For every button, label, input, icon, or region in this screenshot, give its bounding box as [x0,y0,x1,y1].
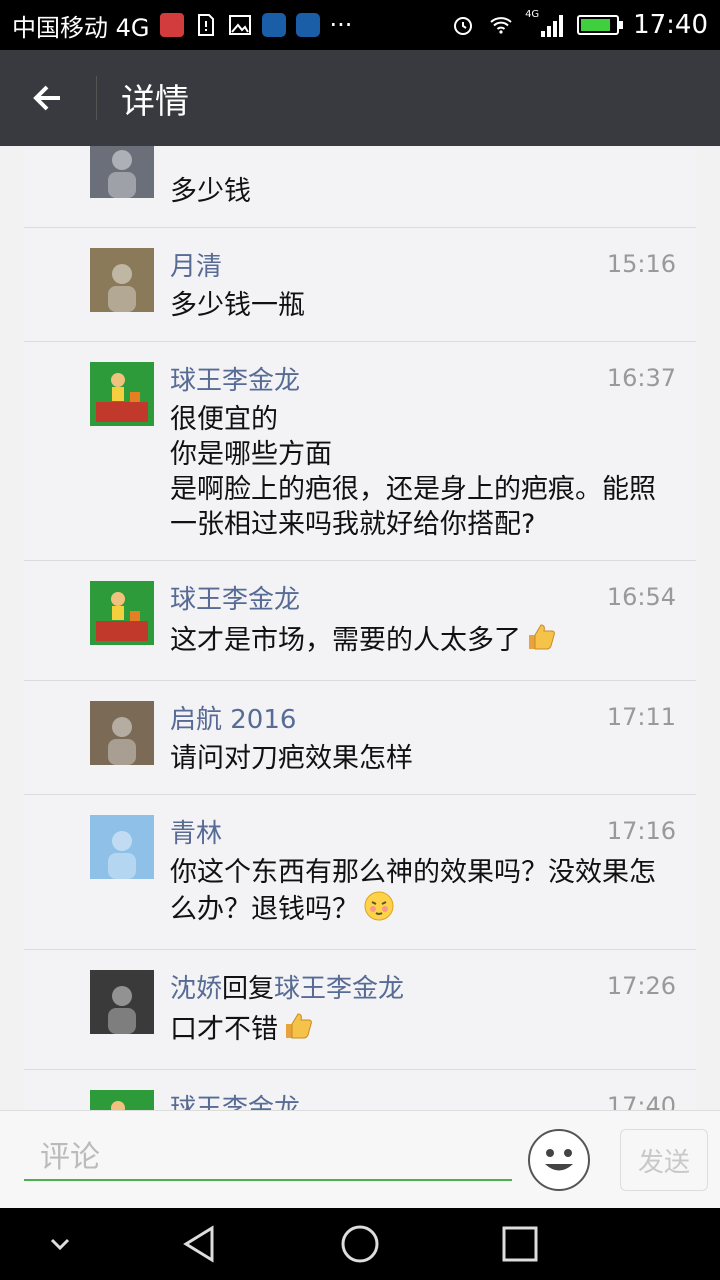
comment-header: 球王李金龙 16:37 [170,358,676,398]
battery-icon [577,15,624,35]
comment-input-bar: 发送 [0,1110,720,1208]
comment-author-line: 启航 2016 [170,699,296,736]
comment-input[interactable] [24,1135,512,1181]
comment-text-block: 多少钱 [170,174,676,209]
comment-row[interactable]: 青林 17:16 你这个东西有那么神的效果吗？没效果怎么办？退钱吗？ [24,795,696,950]
wifi-icon [490,17,512,34]
comment-author-line: 青林 [170,813,222,850]
nav-back-icon[interactable] [176,1222,224,1266]
comment-header: 月清 15:16 [170,244,676,284]
thumbs-up-icon [282,1010,314,1051]
battery-level-fill [581,19,610,31]
comment-row[interactable]: 球王李金龙 16:37 很便宜的 你是哪些方面 是啊脸上的疤很，还是身上的疤痕。能照… [24,342,696,561]
comment-author-line: 沈娇回复球王李金龙 [170,968,404,1005]
hide-keyboard-icon[interactable] [36,1222,84,1266]
avatar[interactable] [90,248,154,312]
comment-text: 多少钱 [170,176,251,207]
comment-text: 你这个东西有那么神的效果吗？没效果怎么办？退钱吗？ [170,857,656,925]
more-notifications-icon: ··· [329,11,353,39]
back-button[interactable] [0,50,96,146]
comment-time: 17:16 [606,817,676,845]
comment-author-line: 月清 [170,246,222,283]
system-nav-bar [0,1208,720,1280]
comment-text-block: 请问对刀疤效果怎样 [170,741,676,776]
send-button[interactable]: 发送 [620,1129,708,1191]
comment-author-line: 球王李金龙 [170,579,300,616]
comment-header: 启航 2016 17:11 [170,697,676,737]
comment-header: 沈娇回复球王李金龙 17:26 [170,966,676,1006]
comment-text-block: 这才是市场，需要的人太多了 [170,621,676,662]
comment-time: 16:37 [606,364,676,392]
comment-row[interactable]: 月清 15:16 多少钱一瓶 [24,228,696,342]
comment-list[interactable]: 多少钱月清 15:16 多少钱一瓶球王李金龙 16:37 很便宜的 你是哪些方面 是啊脸… [24,146,696,1110]
comment-time: 16:54 [606,583,676,611]
app-bar-divider [96,76,97,120]
comment-text-block: 你这个东西有那么神的效果吗？没效果怎么办？退钱吗？ [170,855,676,931]
comment-text-block: 很便宜的 你是哪些方面 是啊脸上的疤很，还是身上的疤痕。能照一张相过来吗我就好给… [170,402,676,542]
comment-author[interactable]: 球王李金龙 [170,366,300,396]
comment-text: 口才不错 [170,1014,278,1045]
comment-author-line: 球王李金龙 [170,360,300,397]
carrier-label: 中国移动 4G [12,13,150,42]
shy-face-icon [363,890,395,931]
avatar[interactable] [90,146,154,198]
comment-text: 很便宜的 你是哪些方面 是啊脸上的疤很，还是身上的疤痕。能照一张相过来吗我就好给… [170,404,656,540]
comment-time: 15:16 [606,250,676,278]
network-type-label: 4G [525,9,540,20]
comment-row[interactable]: 球王李金龙17:40好东西就要给大家分享 [24,1070,696,1110]
nav-recents-icon[interactable] [496,1222,544,1266]
comment-row[interactable]: 多少钱 [24,146,696,228]
avatar[interactable] [90,362,154,426]
comment-author[interactable]: 月清 [170,252,222,282]
comment-author[interactable]: 球王李金龙 [170,1094,300,1111]
comment-row[interactable]: 启航 2016 17:11 请问对刀疤效果怎样 [24,681,696,795]
comment-text-block: 口才不错 [170,1010,676,1051]
comment-text-block: 多少钱一瓶 [170,288,676,323]
smiley-face-icon [545,1149,573,1171]
comment-header: 球王李金龙 16:54 [170,577,676,617]
avatar[interactable] [90,581,154,645]
comment-text: 请问对刀疤效果怎样 [170,743,413,774]
avatar[interactable] [90,970,154,1034]
comment-time: 17:40 [606,1092,676,1110]
app-notification-icon [261,13,286,37]
page-title: 详情 [121,81,189,122]
comment-author[interactable]: 沈娇 [170,974,222,1004]
app-bar: 详情 [0,50,720,146]
avatar[interactable] [90,1090,154,1110]
reply-target[interactable]: 球王李金龙 [274,974,404,1004]
comment-author[interactable]: 球王李金龙 [170,585,300,615]
comment-row[interactable]: 球王李金龙 16:54 这才是市场，需要的人太多了 [24,561,696,681]
comment-author-line: 球王李金龙 [170,1088,300,1111]
app-notification-icon-2 [295,13,320,37]
calendar-icon [159,13,184,37]
comment-time: 17:26 [606,972,676,1000]
comment-header: 球王李金龙 17:40 [170,1086,676,1110]
reply-label: 回复 [222,973,275,1004]
sim-warning-icon [197,14,214,36]
image-icon [228,15,251,35]
comment-row[interactable]: 沈娇回复球王李金龙 17:26 口才不错 [24,950,696,1070]
nav-home-icon[interactable] [336,1222,384,1266]
alarm-icon [454,17,473,35]
emoji-button[interactable] [528,1129,590,1191]
comment-header: 青林 17:16 [170,811,676,851]
comment-text: 这才是市场，需要的人太多了 [170,625,521,656]
comment-author[interactable]: 青林 [170,819,222,849]
signal-icon: 4G [525,9,564,37]
status-bar: 中国移动 4G ··· 4G 17:40 [0,0,720,50]
thumbs-up-icon [525,621,557,662]
comment-time: 17:11 [606,703,676,731]
avatar[interactable] [90,701,154,765]
comment-author[interactable]: 启航 2016 [170,705,296,735]
comment-header [170,146,676,170]
comment-text: 多少钱一瓶 [170,290,305,321]
back-arrow-icon [33,85,60,111]
clock: 17:40 [633,10,708,40]
avatar[interactable] [90,815,154,879]
